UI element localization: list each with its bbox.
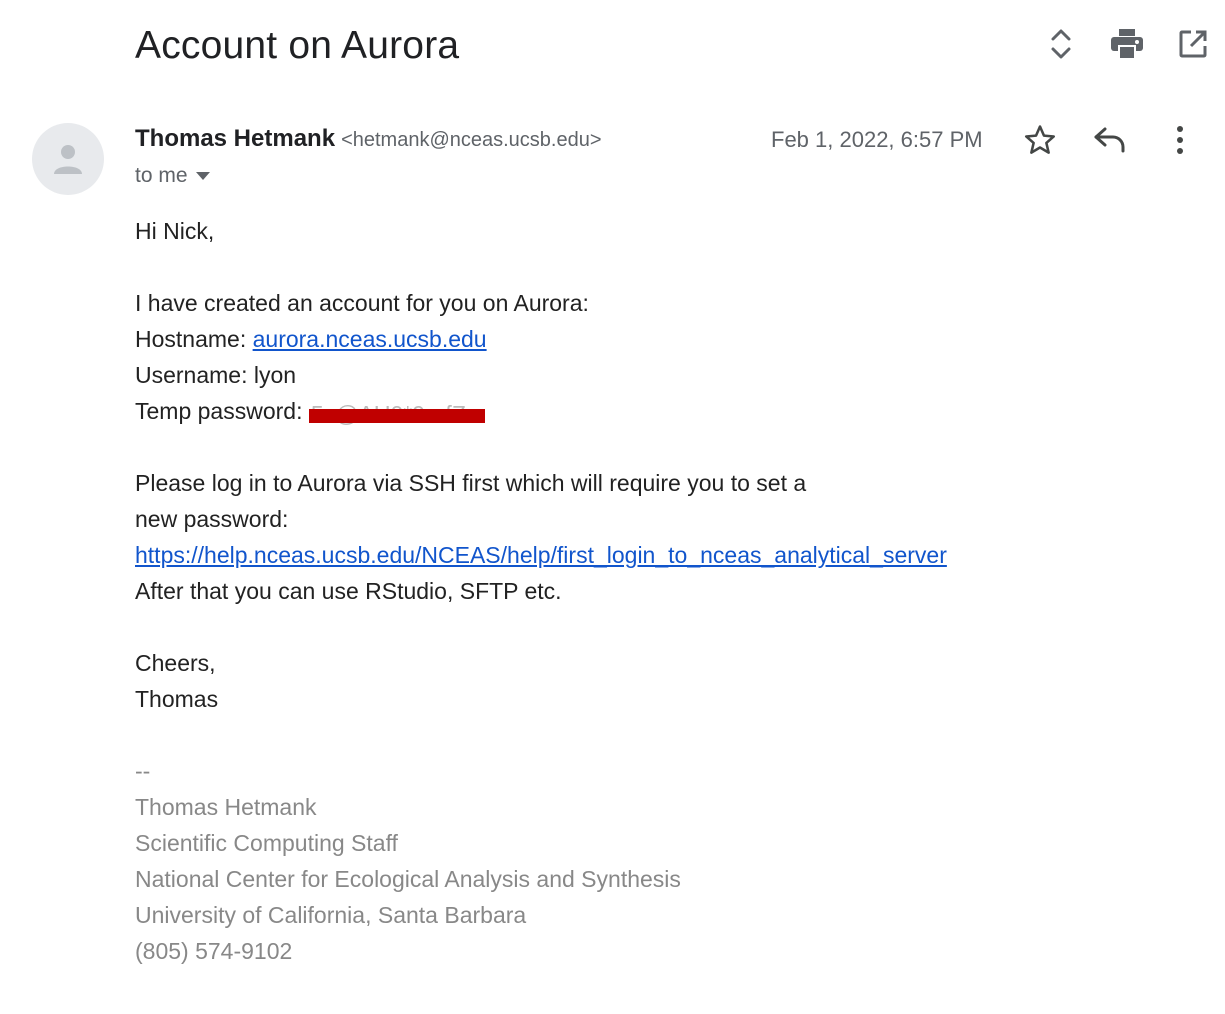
hostname-link[interactable]: aurora.nceas.ucsb.edu — [253, 326, 487, 352]
email-subject: Account on Aurora — [135, 24, 460, 67]
signature-phone: (805) 574-9102 — [135, 938, 293, 964]
dropdown-arrow-icon[interactable] — [195, 172, 210, 180]
thread-toolbar — [1043, 26, 1211, 62]
person-icon — [54, 145, 82, 174]
closing: Cheers, — [135, 650, 216, 676]
redaction-bar — [308, 409, 485, 423]
message-date: Feb 1, 2022, 6:57 PM — [771, 127, 983, 152]
message-actions — [1022, 122, 1198, 158]
sender-info: Thomas Hetmank <hetmank@nceas.ucsb.edu> — [135, 125, 602, 157]
help-link[interactable]: https://help.nceas.ucsb.edu/NCEAS/help/f… — [135, 542, 947, 568]
signature-name: Thomas Hetmank — [135, 794, 317, 820]
redacted-password: 5v@AU0*9a-fZ — [308, 399, 485, 427]
expand-collapse-icon[interactable] — [1043, 26, 1079, 62]
recipient-details[interactable]: to me — [135, 164, 210, 188]
signature-org: National Center for Ecological Analysis … — [135, 866, 681, 892]
signature: -- Thomas Hetmank Scientific Computing S… — [135, 753, 947, 969]
greeting: Hi Nick, — [135, 218, 215, 244]
instruction-line-2: new password: — [135, 506, 289, 532]
reply-icon[interactable] — [1092, 122, 1128, 158]
signature-title: Scientific Computing Staff — [135, 830, 398, 856]
message-body: Hi Nick, I have created an account for y… — [135, 213, 947, 969]
closing-name: Thomas — [135, 686, 219, 712]
signature-separator: -- — [135, 758, 151, 784]
recipient-label: to me — [135, 164, 188, 187]
username-line: Username: lyon — [135, 362, 297, 388]
after-line: After that you can use RStudio, SFTP etc… — [135, 578, 562, 604]
sender-email: <hetmank@nceas.ucsb.edu> — [341, 129, 602, 151]
password-line: Temp password: 5v@AU0*9a-fZ — [135, 393, 947, 429]
sender-avatar[interactable] — [32, 123, 104, 195]
password-label: Temp password: — [135, 398, 309, 424]
instruction-line-1: Please log in to Aurora via SSH first wh… — [135, 470, 807, 496]
hostname-label: Hostname: — [135, 326, 253, 352]
open-in-new-window-icon[interactable] — [1175, 26, 1211, 62]
star-icon[interactable] — [1022, 122, 1058, 158]
intro-line: I have created an account for you on Aur… — [135, 290, 589, 316]
sender-name[interactable]: Thomas Hetmank — [135, 125, 335, 153]
hostname-line: Hostname: aurora.nceas.ucsb.edu — [135, 321, 947, 357]
signature-university: University of California, Santa Barbara — [135, 902, 527, 928]
print-icon[interactable] — [1109, 26, 1145, 62]
more-vert-icon[interactable] — [1162, 122, 1198, 158]
